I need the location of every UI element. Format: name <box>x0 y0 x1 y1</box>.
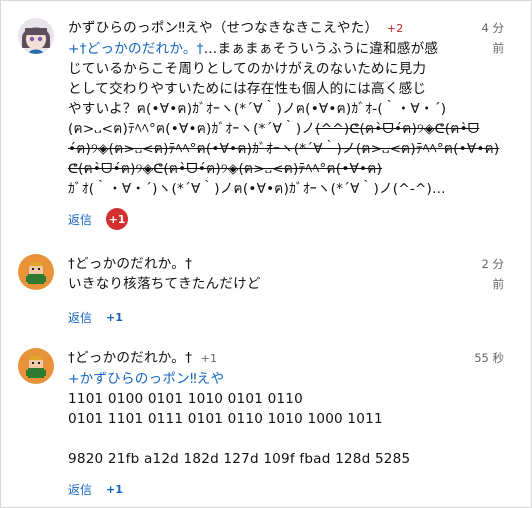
timestamp-line: 4 分 <box>481 21 504 35</box>
plus-one-button[interactable]: +1 <box>106 208 129 230</box>
timestamp-line: 2 分 <box>481 257 504 271</box>
comment-text-line: いきなり核落ちてきたんだけど <box>68 274 473 294</box>
comment-text-segment: いきなり核落ちてきたんだけど <box>68 276 261 292</box>
comment-text-segment: 0101 1101 0111 0101 0110 1010 1000 1011 <box>68 411 383 427</box>
comment-text-line: ᕦ(ฅ•̀ᗜ•́ฅ)୨◈ᕦ(ฅ•̀ᗜ•́ฅ)୨◈(ฅ>᎑<ฅ)ﾃﾍﾍ°ฅ(•∀•… <box>68 159 473 179</box>
comment-text-segment: ｶﾞｵ(｀・∀・´)ヽ(*´∀｀)ノฅ(•∀•ฅ)ｶﾞｵｰヽ(*´∀｀)ノ(^-… <box>68 181 446 197</box>
avatar[interactable] <box>18 254 54 290</box>
comment-text-line: 0101 1101 0111 0101 0110 1010 1000 1011 <box>68 409 473 429</box>
avatar-anime-girl-icon <box>18 18 54 54</box>
comment-header: †どっかのだれか。† <box>68 254 473 274</box>
timestamp-line: 前 <box>492 277 505 291</box>
comment-text-line: じているからこそ周りとしてのかけがえのないために見力 <box>68 59 473 79</box>
comment-text-segment: •́ฅ)୨◈(ฅ>᎑<ฅ)ﾃﾍﾍ°ฅ(•∀•ฅ)ｶﾞｵｰヽ(*´∀｀)ノ(ฅ>᎑… <box>68 141 500 157</box>
comment-text: +†どっかのだれか。†…まぁまぁそういうふうに違和感が感じているからこそ周りとし… <box>68 39 499 199</box>
avatar-pixel-character-icon <box>18 254 54 290</box>
avatar[interactable] <box>18 348 54 384</box>
timestamp-line: 55 秒 <box>474 351 504 365</box>
comment-text-line: •́ฅ)୨◈(ฅ>᎑<ฅ)ﾃﾍﾍ°ฅ(•∀•ฅ)ｶﾞｵｰヽ(*´∀｀)ノ(ฅ>᎑… <box>68 139 499 159</box>
comment-text-line: やすいよ？ฅ(•∀•ฅ)ｶﾞｵｰヽ(*´∀｀)ノฅ(•∀•ฅ)ｶﾞｵ-(｀・∀・… <box>68 99 473 119</box>
comment-body: かずひらのっポン‼えや（せつなきなきこえやた） +2 +†どっかのだれか。†…ま… <box>68 18 499 199</box>
plus-one-button[interactable]: +1 <box>106 478 123 500</box>
author-name[interactable]: †どっかのだれか。† <box>68 350 192 366</box>
author-name[interactable]: かずひらのっポン‼えや（せつなきなきこえやた） <box>68 20 378 36</box>
comment-actions: 返信 +1 <box>68 478 123 500</box>
comment-text-segment: やすいよ？ฅ(•∀•ฅ)ｶﾞｵｰヽ(*´∀｀)ノฅ(•∀•ฅ)ｶﾞｵ-(｀・∀・… <box>68 101 447 117</box>
comment-text-line: +かずひらのっポン‼えや <box>68 369 473 389</box>
comment-actions: 返信 +1 <box>68 306 123 328</box>
comment-text-line: 9820 21fb a12d 182d 127d 109f fbad 128d … <box>68 449 473 469</box>
comment-text-segment: (^^)ᕦ(ฅ•̀ᗜ•́ฅ)୨◈ᕦ(ฅ•̀ᗜ <box>315 121 480 137</box>
reply-button[interactable]: 返信 <box>68 211 92 228</box>
comment-text: +かずひらのっポン‼えや 1101 0100 0101 1010 0101 011… <box>68 369 473 469</box>
comment-header: かずひらのっポン‼えや（せつなきなきこえやた） +2 <box>68 18 473 39</box>
reply-button[interactable]: 返信 <box>68 481 92 498</box>
comment-body: †どっかのだれか。† +1 +かずひらのっポン‼えや 1101 0100 0101… <box>68 348 473 469</box>
author-name[interactable]: †どっかのだれか。† <box>68 256 192 272</box>
comment-text-line: (ฅ>᎑<ฅ)ﾃﾍﾍ°ฅ(•∀•ฅ)ｶﾞｵｰヽ(*´∀｀)ノ(^^)ᕦ(ฅ•̀ᗜ… <box>68 119 479 139</box>
comment-text-line <box>68 429 473 449</box>
mention-link[interactable]: †どっかのだれか。† <box>80 41 204 57</box>
comment-text-segment: 1101 0100 0101 1010 0101 0110 <box>68 391 303 407</box>
mention-link[interactable]: + <box>68 41 80 57</box>
comment-header: †どっかのだれか。† +1 <box>68 348 473 369</box>
comment-text-segment: 9820 21fb a12d 182d 127d 109f fbad 128d … <box>68 451 411 467</box>
comment-text-segment: として交わりやすいためには存在性も個人的には高く感じ <box>68 81 427 97</box>
comment-text-line: +†どっかのだれか。†…まぁまぁそういうふうに違和感が感 <box>68 39 473 59</box>
comment-text-segment: ᕦ(ฅ•̀ᗜ•́ฅ)୨◈ᕦ(ฅ•̀ᗜ•́ฅ)୨◈(ฅ>᎑<ฅ)ﾃﾍﾍ°ฅ(•∀•… <box>68 161 383 177</box>
comment-body: †どっかのだれか。† いきなり核落ちてきたんだけど <box>68 254 473 294</box>
timestamp: 55 秒 <box>464 348 504 368</box>
comment-text-segment: (ฅ>᎑<ฅ)ﾃﾍﾍ°ฅ(•∀•ฅ)ｶﾞｵｰヽ(*´∀｀)ノ <box>68 121 316 137</box>
mention-link[interactable]: +かずひらのっポン‼えや <box>68 371 224 387</box>
comment-text-segment: …まぁまぁそういうふうに違和感が感 <box>203 41 439 57</box>
avatar[interactable] <box>18 18 54 54</box>
timestamp: 2 分 前 <box>464 254 504 294</box>
timestamp: 4 分 前 <box>464 18 504 58</box>
reply-count-badge: +1 <box>200 352 218 365</box>
comment-text-line: ｶﾞｵ(｀・∀・´)ヽ(*´∀｀)ノฅ(•∀•ฅ)ｶﾞｵｰヽ(*´∀｀)ノ(^-… <box>68 179 473 199</box>
reply-button[interactable]: 返信 <box>68 309 92 326</box>
comment-actions: 返信 +1 <box>68 208 129 230</box>
plus-one-button[interactable]: +1 <box>106 306 123 328</box>
timestamp-line: 前 <box>492 41 505 55</box>
comment-text: いきなり核落ちてきたんだけど <box>68 274 473 294</box>
comment-text-segment: じているからこそ周りとしてのかけがえのないために見力 <box>68 61 427 77</box>
reply-count-badge: +2 <box>386 22 404 35</box>
comment-text-line: 1101 0100 0101 1010 0101 0110 <box>68 389 473 409</box>
comment-text-line: として交わりやすいためには存在性も個人的には高く感じ <box>68 79 473 99</box>
avatar-pixel-character-icon <box>18 348 54 384</box>
